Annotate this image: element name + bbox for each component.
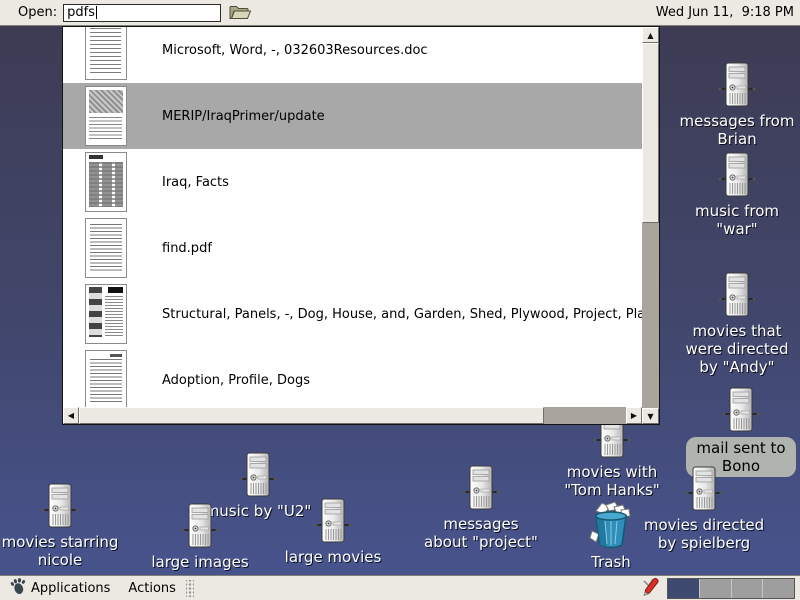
computer-icon — [462, 463, 500, 511]
computer-icon — [239, 450, 277, 498]
list-item-label: Microsoft, Word, -, 032603Resources.doc — [162, 43, 428, 58]
search-input-value: pdfs — [67, 5, 95, 20]
scroll-up-button[interactable]: ▲ — [642, 27, 659, 43]
list-item-label: Structural, Panels, -, Dog, House, and, … — [162, 307, 642, 322]
bottom-panel: Applications Actions — [0, 575, 800, 600]
workspace-3[interactable] — [732, 579, 764, 598]
actions-menu-label: Actions — [128, 581, 176, 596]
desktop-icon-label: messagesabout "project" — [424, 515, 538, 551]
vertical-scrollbar-thumb[interactable] — [642, 43, 659, 223]
actions-menu[interactable]: Actions — [119, 576, 185, 600]
gnome-foot-icon — [9, 578, 26, 599]
list-item-label: find.pdf — [162, 241, 212, 256]
computer-icon — [718, 60, 756, 108]
folder-icon — [229, 8, 251, 23]
list-item[interactable]: Adoption, Profile, Dogs — [63, 347, 642, 407]
desktop-icon-label: Trash — [591, 553, 631, 571]
top-panel: Open: pdfs Wed Jun 11, 9:18 PM — [0, 0, 800, 26]
clock[interactable]: Wed Jun 11, 9:18 PM — [656, 5, 794, 20]
scroll-left-button[interactable]: ◀ — [63, 407, 79, 424]
computer-icon — [722, 385, 760, 433]
open-label: Open: — [18, 5, 57, 20]
red-pen-icon[interactable] — [641, 578, 661, 598]
desktop-icon-label: movies thatwere directedby "Andy" — [686, 322, 789, 376]
list-item[interactable]: Iraq, Facts — [63, 149, 642, 215]
desktop-icon-music-from-war[interactable]: music from"war" — [667, 150, 800, 238]
desktop-screen: messages fromBrian music from"war" movie… — [0, 0, 800, 600]
desktop-icon-label: messages fromBrian — [680, 112, 795, 148]
scroll-right-button[interactable]: ▶ — [626, 407, 642, 424]
document-thumbnail — [85, 218, 127, 278]
list-item-label: Adoption, Profile, Dogs — [162, 373, 310, 388]
search-results-dropdown: Microsoft, Word, -, 032603Resources.doc M… — [62, 26, 660, 425]
computer-icon — [181, 501, 219, 549]
applications-menu-label: Applications — [31, 581, 110, 596]
desktop-icon-label: movies directedby spielberg — [644, 516, 764, 552]
search-input[interactable]: pdfs — [63, 4, 221, 22]
desktop-icon-large-movies[interactable]: large movies — [263, 496, 403, 566]
document-thumbnail — [85, 27, 127, 80]
applications-menu[interactable]: Applications — [0, 576, 119, 600]
horizontal-scrollbar[interactable]: ◀ ▶ — [63, 407, 642, 424]
desktop-icon-large-images[interactable]: large images — [130, 501, 270, 571]
desktop-icon-messages-about-project[interactable]: messagesabout "project" — [411, 463, 551, 551]
horizontal-scrollbar-thumb[interactable] — [79, 407, 544, 424]
workspace-switcher — [667, 578, 795, 599]
list-item[interactable]: Microsoft, Word, -, 032603Resources.doc — [63, 27, 642, 83]
list-item[interactable]: Structural, Panels, -, Dog, House, and, … — [63, 281, 642, 347]
computer-icon — [718, 270, 756, 318]
list-item[interactable]: MERIP/IraqPrimer/update — [63, 83, 642, 149]
workspace-4[interactable] — [763, 579, 794, 598]
text-caret — [96, 6, 97, 19]
desktop-icon-movies-directed-by-spielberg[interactable]: movies directedby spielberg — [634, 464, 774, 552]
desktop-icon-messages-from-brian[interactable]: messages fromBrian — [667, 60, 800, 148]
document-thumbnail — [85, 350, 127, 407]
list-item-label: MERIP/IraqPrimer/update — [162, 109, 325, 124]
computer-icon — [718, 150, 756, 198]
trash-icon — [588, 501, 634, 549]
computer-icon — [685, 464, 723, 512]
file-list: Microsoft, Word, -, 032603Resources.doc M… — [63, 27, 642, 407]
desktop-icon-label: large movies — [285, 548, 382, 566]
list-item[interactable]: find.pdf — [63, 215, 642, 281]
computer-icon — [41, 481, 79, 529]
list-item-label: Iraq, Facts — [162, 175, 229, 190]
vertical-scrollbar[interactable]: ▲ ▼ — [642, 27, 659, 424]
desktop-icon-movies-directed-by-andy[interactable]: movies thatwere directedby "Andy" — [667, 270, 800, 376]
document-thumbnail — [85, 86, 127, 146]
desktop-icon-label: movies starringnicole — [2, 533, 119, 569]
desktop-icon-movies-starring-nicole[interactable]: movies starringnicole — [0, 481, 130, 569]
scroll-down-button[interactable]: ▼ — [642, 408, 659, 424]
computer-icon — [314, 496, 352, 544]
document-thumbnail — [85, 284, 127, 344]
workspace-1[interactable] — [668, 579, 700, 598]
horizontal-scrollbar-trough[interactable] — [79, 407, 626, 424]
open-folder-button[interactable] — [229, 5, 251, 20]
document-thumbnail — [85, 152, 127, 212]
vertical-scrollbar-trough[interactable] — [642, 43, 659, 408]
desktop-icon-label: large images — [151, 553, 248, 571]
desktop-icon-label: music from"war" — [695, 202, 779, 238]
workspace-2[interactable] — [700, 579, 732, 598]
panel-drag-handle[interactable] — [186, 580, 194, 597]
